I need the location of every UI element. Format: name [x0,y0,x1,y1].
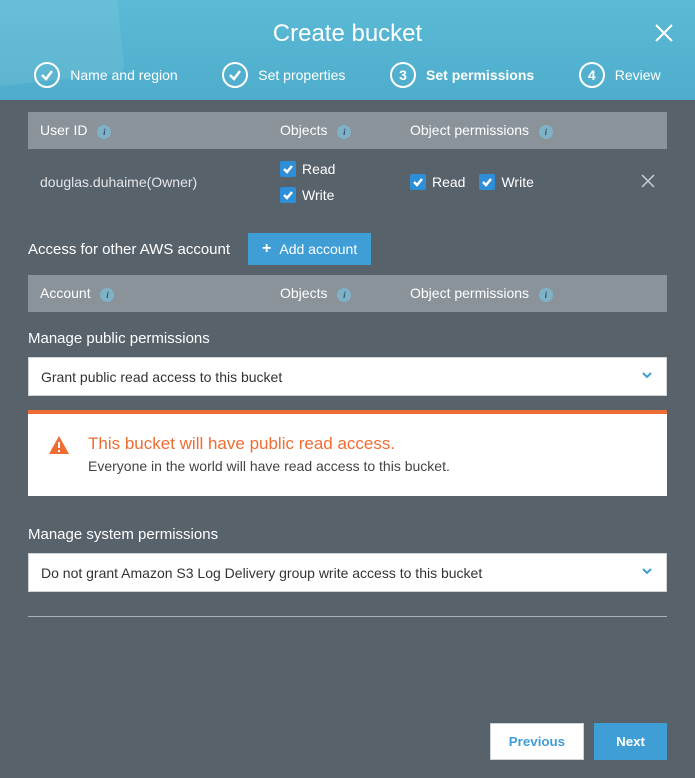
checkbox-checked-icon [410,174,426,190]
info-icon[interactable]: i [539,125,553,139]
system-permissions-select[interactable]: Do not grant Amazon S3 Log Delivery grou… [28,553,667,592]
col-label: Account [40,285,91,301]
step-name-region[interactable]: Name and region [34,62,177,88]
step-label: Review [615,67,661,83]
modal-body: Manage users User ID i Objects i Object … [0,100,695,778]
manage-users-heading: Manage users [28,100,667,102]
step-set-permissions[interactable]: 3 Set permissions [390,62,534,88]
step-check-icon [34,62,60,88]
col-objects: Objects i [280,285,410,302]
system-permissions-heading: Manage system permissions [28,526,667,543]
divider [28,616,667,617]
info-icon[interactable]: i [539,288,553,302]
col-label: Objects [280,285,327,301]
checkbox-checked-icon [479,174,495,190]
wizard-steps: Name and region Set properties 3 Set per… [0,62,695,100]
users-table-header: User ID i Objects i Object permissions i [28,112,667,149]
checkbox-label: Read [432,174,465,190]
col-object-permissions: Object permissions i [410,285,655,302]
checkbox-label: Write [302,187,334,203]
step-set-properties[interactable]: Set properties [222,62,345,88]
objects-read-checkbox[interactable]: Read [280,161,410,177]
add-account-label: Add account [279,241,357,257]
select-value: Do not grant Amazon S3 Log Delivery grou… [41,565,482,581]
previous-button[interactable]: Previous [490,723,584,760]
col-label: Object permissions [410,285,529,301]
col-user-id: User ID i [40,122,280,139]
checkbox-label: Write [501,174,533,190]
other-account-section: Access for other AWS account + Add accou… [28,233,667,265]
chevron-down-icon [640,368,654,385]
col-label: Objects [280,122,327,138]
col-account: Account i [40,285,280,302]
warning-title: This bucket will have public read access… [88,434,450,454]
step-number: 3 [390,62,416,88]
user-row: douglas.duhaime(Owner) Read Write Read [28,149,667,215]
user-id-cell: douglas.duhaime(Owner) [40,174,280,190]
info-icon[interactable]: i [100,288,114,302]
checkbox-checked-icon [280,187,296,203]
remove-user-button[interactable] [641,174,655,191]
permissions-write-checkbox[interactable]: Write [479,174,533,190]
add-account-button[interactable]: + Add account [248,233,371,265]
create-bucket-modal: Create bucket Name and region Set proper… [0,0,695,778]
public-permissions-heading: Manage public permissions [28,330,667,347]
step-review[interactable]: 4 Review [579,62,661,88]
warning-subtitle: Everyone in the world will have read acc… [88,458,450,474]
info-icon[interactable]: i [97,125,111,139]
info-icon[interactable]: i [337,125,351,139]
col-label: User ID [40,122,87,138]
select-value: Grant public read access to this bucket [41,369,282,385]
warning-icon [48,434,70,456]
step-label: Set permissions [426,67,534,83]
next-button[interactable]: Next [594,723,667,760]
close-icon [641,174,655,188]
accounts-table-header: Account i Objects i Object permissions i [28,275,667,312]
public-permissions-select[interactable]: Grant public read access to this bucket [28,357,667,396]
close-icon [653,22,675,44]
col-label: Object permissions [410,122,529,138]
permissions-read-checkbox[interactable]: Read [410,174,465,190]
info-icon[interactable]: i [337,288,351,302]
step-label: Set properties [258,67,345,83]
col-object-permissions: Object permissions i [410,122,655,139]
step-number: 4 [579,62,605,88]
modal-footer: Previous Next [0,707,695,778]
objects-write-checkbox[interactable]: Write [280,187,410,203]
modal-title: Create bucket [0,0,695,62]
step-label: Name and region [70,67,177,83]
chevron-down-icon [640,564,654,581]
step-check-icon [222,62,248,88]
col-objects: Objects i [280,122,410,139]
modal-header: Create bucket Name and region Set proper… [0,0,695,100]
checkbox-checked-icon [280,161,296,177]
plus-icon: + [262,241,271,257]
public-access-warning: This bucket will have public read access… [28,410,667,496]
other-account-label: Access for other AWS account [28,241,230,258]
checkbox-label: Read [302,161,335,177]
close-button[interactable] [653,22,675,47]
